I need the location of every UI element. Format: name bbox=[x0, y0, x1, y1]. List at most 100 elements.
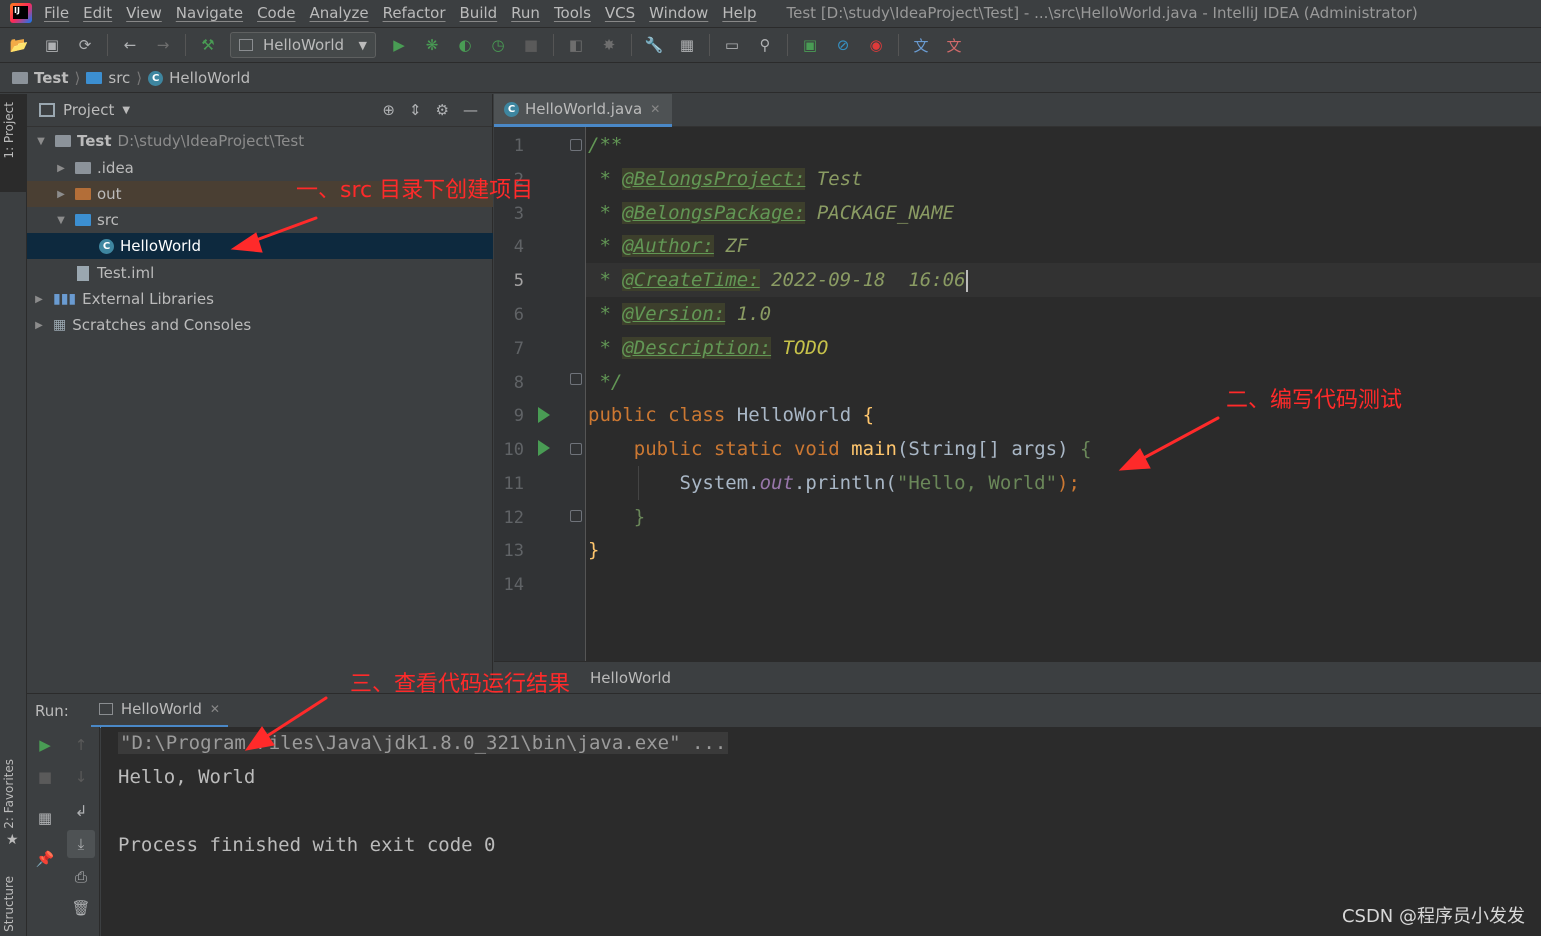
stop-icon[interactable]: ■ bbox=[520, 34, 542, 56]
console-command-line: "D:\Program Files\Java\jdk1.8.0_321\bin\… bbox=[118, 732, 729, 754]
print-icon[interactable]: ⎙ bbox=[70, 866, 92, 888]
breadcrumb-class[interactable]: HelloWorld bbox=[169, 69, 250, 87]
tree-item-external-libraries[interactable]: ▶ ▮▮▮ External Libraries bbox=[27, 286, 493, 312]
minimize-icon[interactable]: — bbox=[463, 101, 478, 119]
run-config-dropdown[interactable]: HelloWorld ▼ bbox=[230, 32, 376, 58]
menu-code[interactable]: Code bbox=[257, 4, 295, 22]
terminal-icon[interactable]: ▭ bbox=[721, 34, 743, 56]
coverage-settings-icon[interactable]: ✸ bbox=[598, 34, 620, 56]
menu-run[interactable]: Run bbox=[511, 4, 540, 22]
menu-edit[interactable]: Edit bbox=[83, 4, 112, 22]
tree-item-helloworld[interactable]: C HelloWorld bbox=[27, 233, 493, 259]
toolbar-separator bbox=[107, 34, 108, 56]
star-icon: ★ bbox=[6, 832, 19, 848]
menu-window[interactable]: Window bbox=[649, 4, 708, 22]
chevron-down-icon[interactable]: ▼ bbox=[122, 105, 130, 116]
line-number: 14 bbox=[503, 575, 524, 595]
tree-item-src[interactable]: ▼ src bbox=[27, 207, 493, 233]
fold-marker-icon[interactable] bbox=[570, 373, 582, 385]
expanded-arrow-icon[interactable]: ▼ bbox=[33, 136, 49, 147]
locate-target-icon[interactable]: ⊕ bbox=[382, 101, 395, 119]
tree-label: HelloWorld bbox=[120, 237, 202, 255]
pin-icon[interactable]: 📌 bbox=[34, 848, 56, 870]
collapse-all-icon[interactable]: ⇕ bbox=[409, 101, 422, 119]
tree-item-test[interactable]: ▼ Test D:\study\IdeaProject\Test bbox=[27, 128, 493, 154]
run-tab-helloworld[interactable]: HelloWorld ✕ bbox=[90, 694, 228, 728]
menu-help[interactable]: Help bbox=[722, 4, 756, 22]
menu-build[interactable]: Build bbox=[460, 4, 498, 22]
attach-debugger-icon[interactable]: ◧ bbox=[565, 34, 587, 56]
wrench-icon[interactable]: 🔧 bbox=[643, 34, 665, 56]
fold-marker-icon[interactable] bbox=[570, 443, 582, 455]
code-line-7: * @Description: TODO bbox=[599, 337, 829, 359]
back-arrow-icon[interactable]: ← bbox=[119, 34, 141, 56]
tool-tab-project[interactable]: 1: Project bbox=[2, 102, 16, 159]
menu-file[interactable]: File bbox=[44, 4, 69, 22]
no-entry-icon[interactable]: ⊘ bbox=[832, 34, 854, 56]
coverage-icon[interactable]: ◐ bbox=[454, 34, 476, 56]
java-class-icon: C bbox=[148, 70, 164, 86]
rerun-icon[interactable]: ▶ bbox=[34, 734, 56, 756]
menu-vcs[interactable]: VCS bbox=[605, 4, 635, 22]
menu-refactor[interactable]: Refactor bbox=[383, 4, 446, 22]
collapsed-arrow-icon[interactable]: ▶ bbox=[31, 294, 47, 305]
editor-breadcrumb-class[interactable]: HelloWorld bbox=[590, 669, 671, 687]
open-folder-icon[interactable]: 📂 bbox=[8, 34, 30, 56]
layout-icon[interactable]: ▦ bbox=[34, 807, 56, 829]
build-hammer-icon[interactable]: ⚒ bbox=[197, 34, 219, 56]
run-console[interactable]: "D:\Program Files\Java\jdk1.8.0_321\bin\… bbox=[101, 727, 1541, 936]
expanded-arrow-icon[interactable]: ▼ bbox=[53, 215, 69, 226]
scratches-icon: ▦ bbox=[53, 317, 67, 333]
fold-marker-icon[interactable] bbox=[570, 510, 582, 522]
run-class-icon[interactable] bbox=[538, 407, 550, 423]
java-class-icon: C bbox=[504, 101, 519, 117]
collapsed-arrow-icon[interactable]: ▶ bbox=[53, 163, 69, 174]
code-line-2: * @BelongsProject: Test bbox=[599, 168, 863, 190]
toolbar-separator bbox=[709, 34, 710, 56]
tool-tab-favorites[interactable]: 2: Favorites bbox=[2, 759, 16, 829]
debug-bug-icon[interactable]: ❋ bbox=[421, 34, 443, 56]
up-arrow-icon[interactable]: ↑ bbox=[70, 734, 92, 756]
fold-marker-icon[interactable] bbox=[570, 139, 582, 151]
close-icon[interactable]: ✕ bbox=[210, 702, 220, 716]
profile-icon[interactable]: ◷ bbox=[487, 34, 509, 56]
vcs-update-icon[interactable]: ▣ bbox=[799, 34, 821, 56]
run-icon[interactable]: ▶ bbox=[388, 34, 410, 56]
project-path: D:\study\IdeaProject\Test bbox=[117, 132, 305, 150]
collapsed-arrow-icon[interactable]: ▶ bbox=[31, 320, 47, 331]
breadcrumb-src[interactable]: src bbox=[108, 69, 130, 87]
menu-navigate[interactable]: Navigate bbox=[176, 4, 243, 22]
soft-wrap-icon[interactable]: ↲ bbox=[70, 800, 92, 822]
sync-icon[interactable]: ⟳ bbox=[74, 34, 96, 56]
gear-icon[interactable]: ⚙ bbox=[436, 101, 449, 119]
tree-item-test-iml[interactable]: Test.iml bbox=[27, 260, 493, 286]
chevron-down-icon: ▼ bbox=[358, 38, 367, 52]
collapsed-arrow-icon[interactable]: ▶ bbox=[53, 189, 69, 200]
stop-icon[interactable]: ■ bbox=[34, 766, 56, 788]
scroll-to-end-icon[interactable]: ⤓ bbox=[67, 830, 95, 858]
tree-item-scratches[interactable]: ▶ ▦ Scratches and Consoles bbox=[27, 312, 493, 338]
run-panel-label: Run: bbox=[35, 701, 69, 720]
menu-tools[interactable]: Tools bbox=[554, 4, 591, 22]
translate-alt-icon[interactable]: 文 bbox=[943, 34, 965, 56]
editor-gutter[interactable]: 1 2 3 4 5 6 7 8 9 10 11 12 13 14 bbox=[494, 127, 586, 661]
project-view-selector[interactable]: Project bbox=[63, 101, 114, 119]
run-main-icon[interactable] bbox=[538, 440, 550, 456]
close-icon[interactable]: ✕ bbox=[650, 102, 660, 116]
trash-icon[interactable]: 🗑 bbox=[70, 897, 92, 919]
tool-tab-structure[interactable]: Structure bbox=[2, 876, 16, 932]
project-structure-icon[interactable]: ▦ bbox=[676, 34, 698, 56]
forward-arrow-icon[interactable]: → bbox=[152, 34, 174, 56]
menu-bar: File Edit View Navigate Code Analyze Ref… bbox=[0, 0, 1541, 26]
line-number: 3 bbox=[513, 204, 524, 224]
translate-icon[interactable]: 文 bbox=[910, 34, 932, 56]
breadcrumb-project[interactable]: Test bbox=[34, 69, 69, 87]
down-arrow-icon[interactable]: ↓ bbox=[70, 766, 92, 788]
annotation-step3: 三、查看代码运行结果 bbox=[350, 672, 571, 697]
red-c-plugin-icon[interactable]: ◉ bbox=[865, 34, 887, 56]
editor-tab-helloworld[interactable]: C HelloWorld.java ✕ bbox=[494, 94, 672, 127]
search-icon[interactable]: ⚲ bbox=[754, 34, 776, 56]
save-icon[interactable]: ▣ bbox=[41, 34, 63, 56]
menu-view[interactable]: View bbox=[126, 4, 162, 22]
menu-analyze[interactable]: Analyze bbox=[309, 4, 368, 22]
